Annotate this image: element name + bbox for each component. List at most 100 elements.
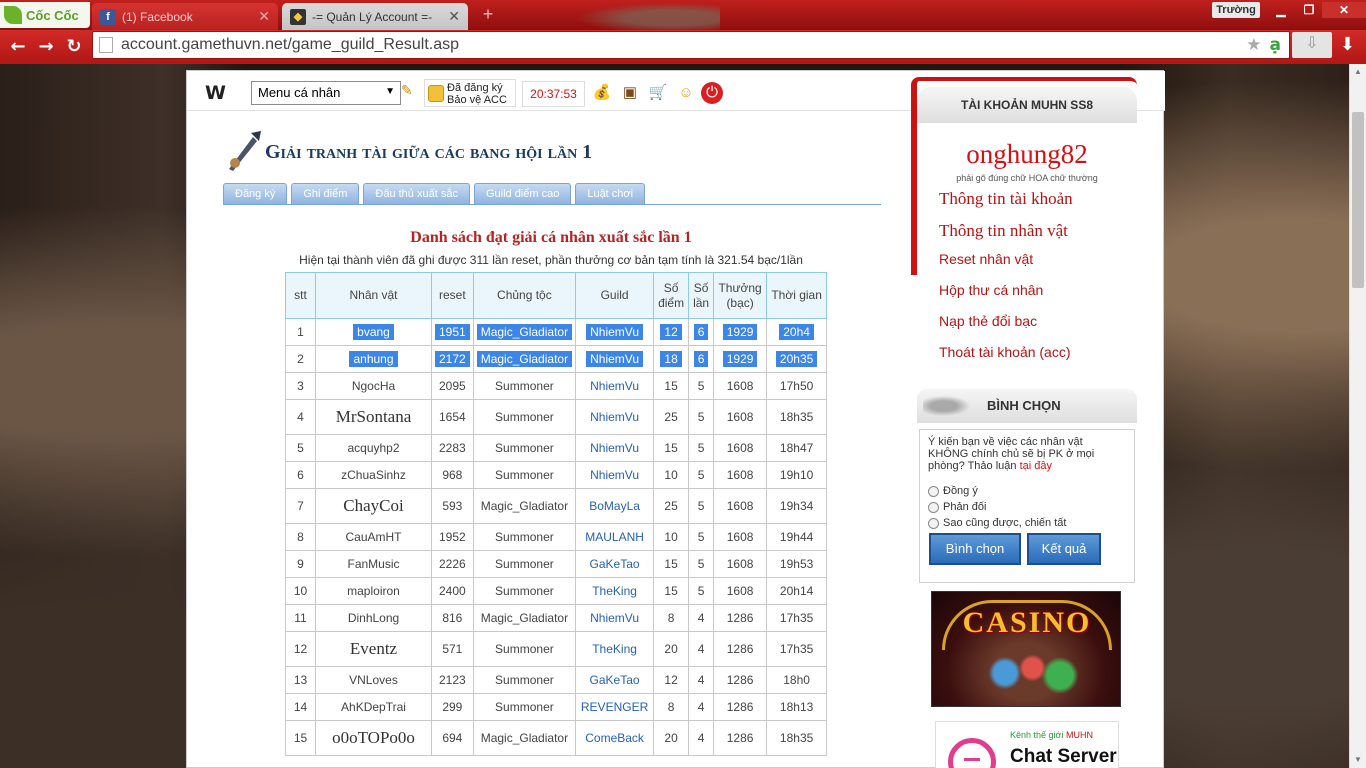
cell-text: bvang [353,324,394,340]
cell-guild[interactable]: ComeBack [575,720,655,756]
cell-guild[interactable]: MAULANH [575,523,655,551]
site-logo[interactable]: W [205,82,226,104]
poll-option[interactable]: Sao cũng được, chiến tất [928,516,1126,530]
link-character-info[interactable]: Thông tin nhân vật [939,221,1068,241]
reload-icon[interactable]: ↻ [64,37,84,57]
cell-times: 4 [688,720,715,756]
link-inbox[interactable]: Hộp thư cá nhân [939,282,1043,298]
cell-text: DinhLong [347,611,400,625]
cell-guild[interactable]: REVENGER [575,693,655,721]
link-logout[interactable]: Thoát tài khoản (acc) [939,344,1071,360]
download-arrow-icon[interactable]: ⬇ [1340,34,1355,55]
account-guard-badge[interactable]: Đã đăng ký Bảo vệ ACC [424,79,516,107]
scroll-down-icon[interactable]: ▼ [1350,752,1366,768]
address-bar[interactable]: account.gamethuvn.net/game_guild_Result.… [92,31,1290,59]
cell-text: ChayCoi [343,496,404,515]
url-text[interactable]: account.gamethuvn.net/game_guild_Result.… [121,36,459,54]
cell-stt: 8 [285,523,316,551]
cell-times: 6 [688,345,715,373]
radio-button[interactable] [928,501,939,513]
cell-guild[interactable]: NhiemVu [575,461,655,489]
money-bag-icon[interactable]: 💰 [591,82,613,104]
link-top-up[interactable]: Nạp thẻ đổi bạc [939,313,1037,329]
shopping-cart-icon[interactable]: 🛒 [647,82,669,104]
poll-discussion-link[interactable]: tại đây [1020,460,1052,472]
cell-guild[interactable]: TheKing [575,577,655,605]
cell-times: 4 [688,693,715,721]
tab-register[interactable]: Đăng ký [223,183,288,204]
back-icon[interactable]: ← [8,37,28,57]
link-account-info[interactable]: Thông tin tài khoản [939,189,1073,209]
cell-guild[interactable]: NhiemVu [575,345,655,373]
download-button[interactable]: ⇩ [1292,32,1332,58]
cell-text: 12 [664,673,678,687]
close-tab-icon[interactable]: ✕ [258,8,270,25]
cell-text: REVENGER [580,700,649,714]
page-scrollbar[interactable]: ▲ ▼ [1349,64,1366,768]
personal-menu-select[interactable]: Menu cá nhân ▼ [251,81,401,105]
pencil-icon[interactable]: ✎ [401,82,413,99]
cell-text: 4 [697,731,705,745]
cell-text: 1951 [435,324,470,340]
window-close-button[interactable]: ✕ [1322,2,1366,18]
smiley-gift-icon[interactable]: ☺ [675,82,697,104]
lock-icon [428,85,444,102]
scroll-up-icon[interactable]: ▲ [1350,64,1366,80]
restore-button[interactable]: ❐ [1296,2,1322,18]
cell-text: 1608 [726,379,754,393]
results-button[interactable]: Kết quả [1027,533,1101,565]
table-row: 6 zChuaSinhz 968 Summoner NhiemVu 10 5 1608 19h1… [285,461,828,489]
cell-race: Magic_Gladiator [472,345,577,373]
radio-button[interactable] [928,485,939,497]
cell-guild[interactable]: GaKeTao [575,550,655,578]
col-guild: Guild [575,272,655,319]
cell-stt: 3 [285,372,316,400]
link-reset-character[interactable]: Reset nhân vật [939,251,1033,267]
cell-guild[interactable]: TheKing [575,631,655,667]
close-tab-icon[interactable]: ✕ [448,8,460,25]
casino-banner[interactable]: CASINO [931,591,1121,707]
minimize-button[interactable]: ▁ [1268,2,1294,18]
chat-server-banner[interactable]: Kênh thế giới MUHN Chat Server [935,721,1119,768]
cell-guild[interactable]: GaKeTao [575,666,655,694]
cell-points: 10 [653,523,690,551]
tab-top-guilds[interactable]: Guild điểm cao [473,183,572,204]
dictionary-icon[interactable]: ạ [1270,35,1281,55]
cell-guild[interactable]: NhiemVu [575,399,655,435]
poll-option[interactable]: Đồng ý [928,484,1126,498]
coccoc-logo[interactable]: Cốc Cốc [0,2,90,28]
cell-text: MrSontana [335,407,412,426]
tab-account[interactable]: ◆ -= Quản Lý Account =- ✕ [282,3,468,30]
cell-text: 4 [697,700,705,714]
cell-points: 15 [653,434,690,462]
new-tab-button[interactable]: + [478,5,498,24]
cell-guild[interactable]: NhiemVu [575,604,655,632]
cell-reset: 694 [431,720,474,756]
tab-top-players[interactable]: Đấu thủ xuất sắc [363,183,470,204]
cell-guild[interactable]: NhiemVu [575,434,655,462]
cell-text: 20h14 [779,584,814,598]
radio-button[interactable] [928,517,939,529]
bookmark-star-icon[interactable]: ★ [1246,35,1261,55]
tab-record-score[interactable]: Ghi điểm [291,183,360,204]
scroll-thumb[interactable] [1352,112,1364,288]
cell-guild[interactable]: NhiemVu [575,318,655,346]
cell-times: 5 [688,523,715,551]
cell-text: acquyhp2 [347,441,400,455]
profile-button[interactable]: Trường [1212,2,1260,18]
poll-option[interactable]: Phản đối [928,500,1126,514]
cell-guild[interactable]: BoMayLa [575,488,655,524]
cell-text: 1608 [726,530,754,544]
power-icon[interactable]: ⏻ [701,82,723,104]
cell-text: 10 [293,584,308,598]
cell-guild[interactable]: NhiemVu [575,372,655,400]
poll-question-text: Ý kiến bạn về việc các nhân vật KHÔNG ch… [928,436,1095,472]
vote-button[interactable]: Bình chọn [929,533,1021,565]
tab-facebook[interactable]: f (1) Facebook ✕ [92,3,278,30]
tab-rules[interactable]: Luật chơi [575,183,646,204]
cell-text: 816 [442,611,463,625]
forward-icon[interactable]: → [36,37,56,57]
cell-character: zChuaSinhz [315,461,432,489]
treasure-chest-icon[interactable]: ▣ [619,82,641,104]
cell-text: 19h10 [779,468,814,482]
